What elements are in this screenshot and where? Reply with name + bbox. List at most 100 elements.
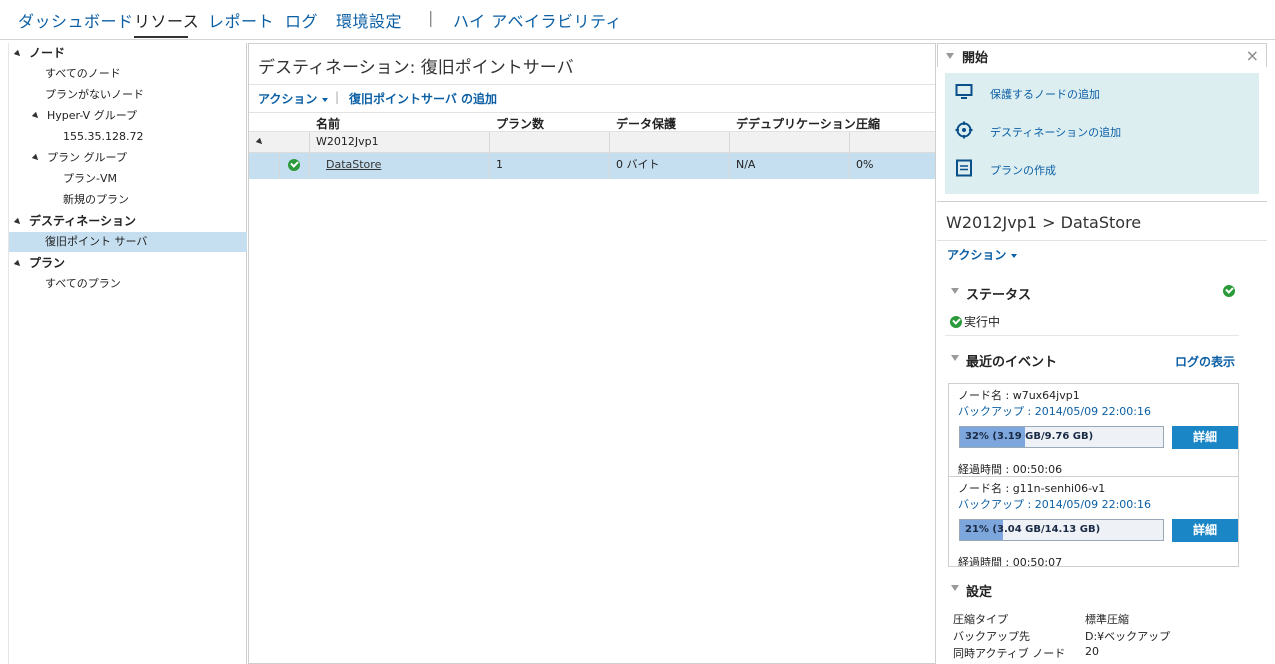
detail-panel: 開始 × 保護するノードの追加 デスティネーションの追加 プランの作成 W201… <box>937 43 1267 664</box>
toolbar-separator: | <box>335 90 340 104</box>
group-cell <box>489 132 609 152</box>
nav-high-availability[interactable]: ハイ アベイラビリティ <box>453 8 622 32</box>
close-icon[interactable]: × <box>1246 46 1259 65</box>
status-cell <box>279 153 309 179</box>
recent-events-list: ノード名 : w7ux64jvp1 バックアップ : 2014/05/09 22… <box>948 383 1239 567</box>
group-name: W2012Jvp1 <box>309 132 489 152</box>
group-cell <box>609 132 729 152</box>
setting-value: 標準圧縮 <box>1085 613 1129 626</box>
column-plan-count[interactable]: プラン数 <box>496 115 544 132</box>
setting-key: 圧縮タイプ <box>953 613 1008 626</box>
column-compression[interactable]: 圧縮 <box>856 115 880 132</box>
destination-panel: デスティネーション: 復旧ポイントサーバ アクション | 復旧ポイントサーバ の… <box>248 43 936 664</box>
nav-separator: | <box>428 8 434 27</box>
event-details-button[interactable]: 詳細 <box>1172 519 1238 542</box>
active-tab-underline <box>134 36 188 38</box>
caret-down-icon <box>1011 253 1018 258</box>
cell-compression: 0% <box>849 153 935 179</box>
nav-reports[interactable]: レポート <box>208 8 274 32</box>
expand-triangle-icon[interactable] <box>31 153 41 163</box>
detail-action-menu-button[interactable]: アクション <box>947 246 1018 263</box>
ok-check-icon <box>1223 285 1235 297</box>
status-section-title: ステータス <box>966 288 1032 303</box>
tree-item-hyperv-host[interactable]: 155.35.128.72 <box>63 127 143 147</box>
selected-path: W2012Jvp1 > DataStore <box>946 213 1142 232</box>
tree-item-hyperv-group[interactable]: Hyper-V グループ <box>31 106 137 126</box>
tree-item-recovery-point-server[interactable]: 復旧ポイント サーバ <box>9 232 247 252</box>
action-menu-button[interactable]: アクション <box>258 90 329 107</box>
tree-plan-header[interactable]: プラン <box>13 253 65 273</box>
recent-events-title: 最近のイベント <box>966 355 1058 370</box>
event-elapsed-time: 経過時間 : 00:50:07 <box>958 556 1063 567</box>
tree-item-plan-vm[interactable]: プラン-VM <box>63 169 117 189</box>
settings-box: 圧縮タイプ 標準圧縮 バックアップ先 D:¥ベックアップ 同時アクティブ ノード… <box>945 603 1239 664</box>
nav-settings[interactable]: 環境設定 <box>336 8 402 32</box>
tree-item-all-nodes[interactable]: すべてのノード <box>45 64 121 84</box>
nav-log[interactable]: ログ <box>285 8 318 32</box>
group-spacer <box>279 132 309 152</box>
expand-triangle-icon[interactable] <box>31 111 41 121</box>
event-node-name: ノード名 : g11n-senhi06-v1 <box>958 482 1106 495</box>
collapse-arrow-icon[interactable] <box>946 53 954 59</box>
event-progress-bar: 21% (3.04 GB/14.13 GB) <box>959 519 1164 541</box>
page-title: デスティネーション: 復旧ポイントサーバ <box>258 58 574 78</box>
center-toolbar: アクション | 復旧ポイントサーバ の追加 <box>249 84 935 112</box>
expand-triangle-icon[interactable] <box>13 217 23 226</box>
collapse-arrow-icon[interactable] <box>951 585 959 591</box>
cell-deduplication: N/A <box>729 153 849 179</box>
nav-dashboard[interactable]: ダッシュボード <box>18 8 134 32</box>
event-progress-text: 21% (3.04 GB/14.13 GB) <box>965 524 1101 535</box>
caret-down-icon <box>322 97 329 102</box>
column-deduplication[interactable]: デデュプリケーション <box>736 115 856 132</box>
start-section-title: 開始 <box>962 51 989 66</box>
setting-key: バックアップ先 <box>953 630 1030 643</box>
setting-key: 同時アクティブ ノード <box>953 647 1066 660</box>
ok-check-icon <box>288 159 300 171</box>
nav-resources[interactable]: リソース <box>134 8 199 32</box>
event-progress-bar: 32% (3.19 GB/9.76 GB) <box>959 426 1164 448</box>
tree-item-nodes-without-plan[interactable]: プランがないノード <box>45 85 144 105</box>
event-backup-time: バックアップ : 2014/05/09 22:00:16 <box>958 405 1151 418</box>
event-details-button[interactable]: 詳細 <box>1172 426 1238 449</box>
monitor-icon <box>955 84 973 99</box>
plan-document-icon <box>956 159 972 177</box>
setting-value: 20 <box>1085 645 1099 658</box>
setting-value: D:¥ベックアップ <box>1085 630 1171 643</box>
column-name[interactable]: 名前 <box>316 115 340 132</box>
tree-nodes-header[interactable]: ノード <box>13 43 65 63</box>
top-navigation: ダッシュボード リソース レポート ログ 環境設定 | ハイ アベイラビリティ <box>0 0 1275 40</box>
column-data-protected[interactable]: データ保護 <box>616 115 676 132</box>
event-item: ノード名 : w7ux64jvp1 バックアップ : 2014/05/09 22… <box>949 384 1238 476</box>
expand-triangle-icon[interactable] <box>13 259 23 268</box>
group-cell <box>729 132 849 152</box>
grid-group-row[interactable]: W2012Jvp1 <box>249 132 935 153</box>
settings-section-title: 設定 <box>966 585 993 600</box>
divider <box>937 240 1267 241</box>
table-row[interactable]: DataStore 1 0 バイト N/A 0% <box>249 153 935 179</box>
start-section-header: 開始 × <box>937 43 1267 67</box>
collapse-arrow-icon[interactable] <box>951 288 959 294</box>
tree-destination-header[interactable]: デスティネーション <box>13 211 136 231</box>
datastore-link[interactable]: DataStore <box>309 153 489 179</box>
grid-header: 名前 プラン数 データ保護 デデュプリケーション 圧縮 <box>249 112 935 132</box>
status-ok-icon <box>1223 285 1235 300</box>
view-logs-link[interactable]: ログの表示 <box>1175 353 1235 370</box>
divider <box>937 201 1267 202</box>
getting-started-box: 保護するノードの追加 デスティネーションの追加 プランの作成 <box>945 73 1259 194</box>
tree-item-plan-group[interactable]: プラン グループ <box>31 148 127 168</box>
status-value: 実行中 <box>950 313 1000 330</box>
status-box: 実行中 <box>945 306 1239 336</box>
cell-data-protected: 0 バイト <box>609 153 729 179</box>
resource-tree: ノード すべてのノード プランがないノード Hyper-V グループ 155.3… <box>8 43 247 664</box>
target-icon <box>955 121 973 139</box>
collapse-arrow-icon[interactable] <box>951 355 959 361</box>
event-item: ノード名 : g11n-senhi06-v1 バックアップ : 2014/05/… <box>949 476 1238 567</box>
group-cell <box>849 132 935 152</box>
collapse-triangle-icon[interactable] <box>255 137 265 147</box>
ok-check-icon <box>950 316 962 328</box>
add-rps-button[interactable]: 復旧ポイントサーバ の追加 <box>349 90 497 107</box>
tree-item-all-plans[interactable]: すべてのプラン <box>45 274 121 294</box>
expand-triangle-icon[interactable] <box>13 49 23 58</box>
event-elapsed-time: 経過時間 : 00:50:06 <box>958 463 1063 476</box>
tree-item-new-plan[interactable]: 新規のプラン <box>63 190 129 210</box>
